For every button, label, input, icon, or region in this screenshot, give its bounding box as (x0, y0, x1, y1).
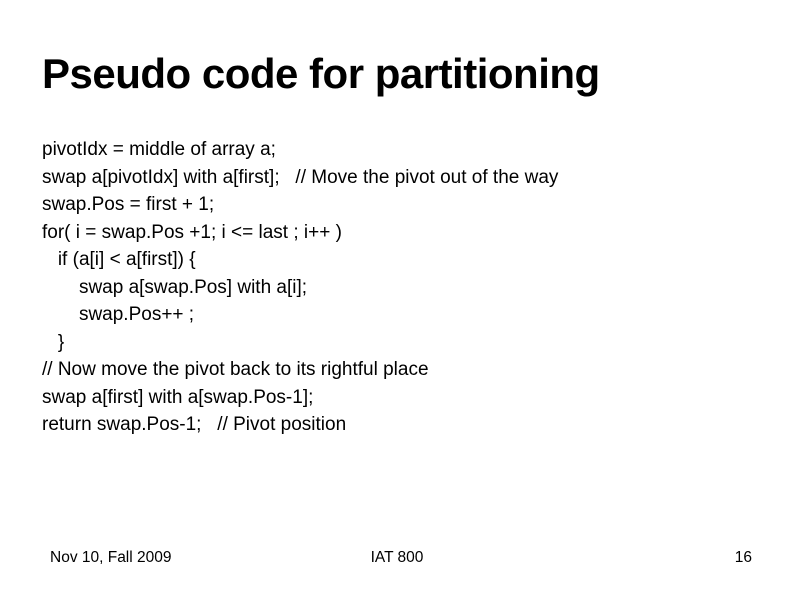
code-line: return swap.Pos-1; // Pivot position (42, 411, 752, 439)
pseudocode-block: pivotIdx = middle of array a; swap a[piv… (42, 136, 752, 439)
footer-course: IAT 800 (371, 549, 424, 567)
code-line: // Now move the pivot back to its rightf… (42, 356, 752, 384)
slide-footer: Nov 10, Fall 2009 IAT 800 16 (0, 549, 794, 567)
slide-title: Pseudo code for partitioning (42, 50, 752, 98)
code-line: swap.Pos = first + 1; (42, 191, 752, 219)
footer-date: Nov 10, Fall 2009 (50, 549, 172, 567)
code-line: } (42, 329, 752, 357)
code-line: if (a[i] < a[first]) { (42, 246, 752, 274)
code-line: for( i = swap.Pos +1; i <= last ; i++ ) (42, 219, 752, 247)
code-line: swap.Pos++ ; (42, 301, 752, 329)
code-line: swap a[pivotIdx] with a[first]; // Move … (42, 164, 752, 192)
slide: Pseudo code for partitioning pivotIdx = … (0, 0, 794, 595)
code-line: swap a[swap.Pos] with a[i]; (42, 274, 752, 302)
code-line: swap a[first] with a[swap.Pos-1]; (42, 384, 752, 412)
code-line: pivotIdx = middle of array a; (42, 136, 752, 164)
footer-page-number: 16 (735, 549, 752, 567)
